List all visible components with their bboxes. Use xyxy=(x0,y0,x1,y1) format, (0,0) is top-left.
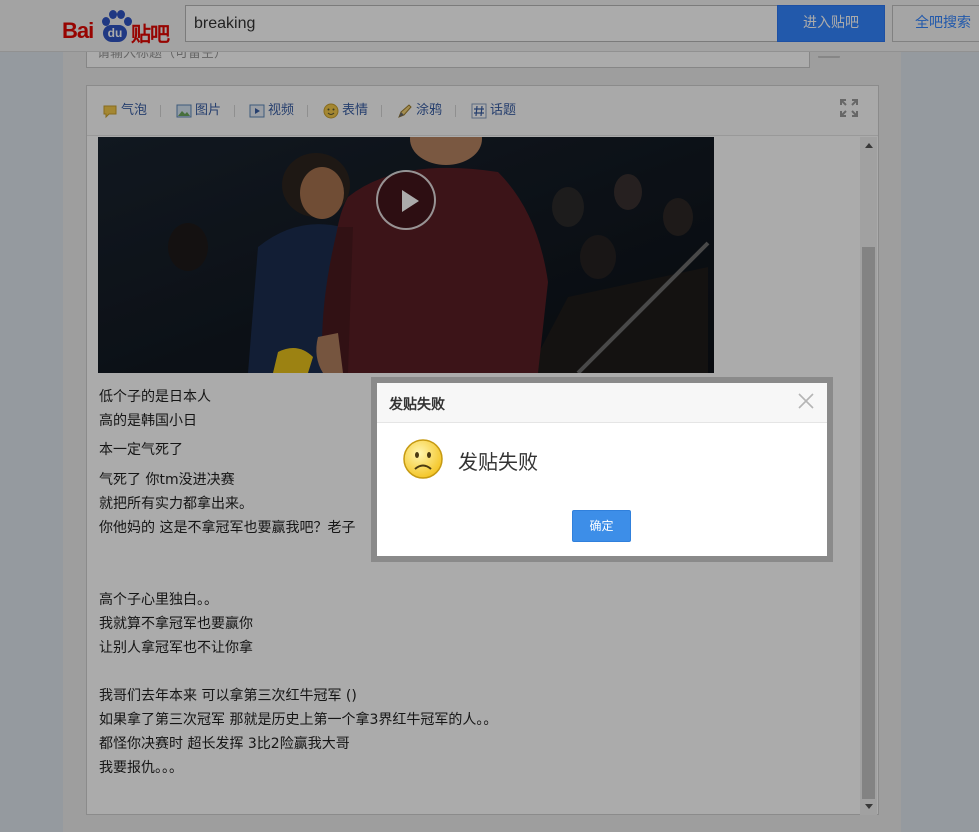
dialog-title: 发贴失败 xyxy=(389,397,445,413)
close-icon[interactable] xyxy=(797,392,815,410)
dialog-header: 发贴失败 xyxy=(377,383,827,423)
confirm-button[interactable]: 确定 xyxy=(572,510,631,542)
sad-face-icon xyxy=(403,439,443,479)
dialog-message: 发贴失败 xyxy=(458,450,538,474)
post-failed-dialog: 发贴失败 发贴失败 确定 xyxy=(377,383,827,556)
